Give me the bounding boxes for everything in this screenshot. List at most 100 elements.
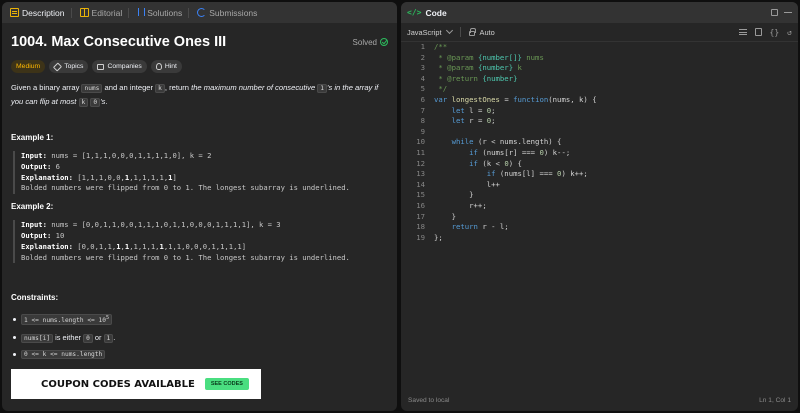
reset-icon[interactable]: ↺ — [787, 28, 792, 37]
code-text[interactable]: * @return {number} — [434, 74, 517, 85]
language-select[interactable]: JavaScript — [407, 28, 442, 37]
inline-code: k — [155, 84, 165, 93]
constraint-exponent: 5 — [105, 315, 110, 322]
bullet — [13, 353, 16, 357]
solved-status: Solved — [353, 38, 388, 47]
code-line[interactable]: 1 /** — [401, 42, 798, 53]
code-header: </> Code — [401, 2, 798, 23]
explanation-text: [1,1,1,0,0, — [72, 172, 125, 182]
bullet — [13, 336, 16, 340]
code-line[interactable]: 3 * @param {number} k — [401, 63, 798, 74]
explanation-text: [0,0,1,1, — [72, 241, 117, 251]
code-line[interactable]: 6 var longestOnes = function(nums, k) { — [401, 95, 798, 106]
code-line[interactable]: 9 — [401, 127, 798, 138]
tab-editorial[interactable]: Editorial — [76, 2, 134, 23]
format-icon[interactable] — [738, 29, 747, 35]
solutions-icon — [137, 8, 146, 17]
code-text[interactable]: while (r < nums.length) { — [434, 137, 562, 148]
code-text[interactable]: var longestOnes = function(nums, k) { — [434, 95, 597, 106]
code-text[interactable]: }; — [434, 233, 443, 244]
editor-toolbar: JavaScript Auto {} ↺ — [401, 23, 798, 42]
tab-description[interactable]: Description — [6, 2, 76, 23]
maximize-icon[interactable] — [771, 9, 778, 16]
code-text[interactable]: * @param {number} k — [434, 63, 522, 74]
cursor-position: Ln 1, Col 1 — [759, 396, 791, 404]
line-number: 8 — [420, 116, 425, 126]
output-label: Output: — [21, 161, 52, 171]
code-text[interactable]: let r = 0; — [434, 116, 496, 127]
code-text[interactable]: } — [434, 190, 473, 201]
code-text[interactable]: if (nums[l] === 0) k++; — [434, 169, 588, 180]
inline-code: k — [78, 97, 89, 107]
line-number: 12 — [416, 158, 425, 168]
code-line[interactable]: 18 return r - l; — [401, 222, 798, 233]
tag-icon — [53, 61, 63, 72]
code-line[interactable]: 10 while (r < nums.length) { — [401, 137, 798, 148]
language-controls: JavaScript Auto — [407, 26, 495, 37]
braces-icon[interactable]: {} — [770, 28, 780, 37]
constraints-title: Constraints: — [11, 293, 59, 303]
hint-button[interactable]: Hint — [150, 60, 182, 73]
code-line[interactable]: 2 * @param {number[]} nums — [401, 53, 798, 64]
line-number: 5 — [420, 84, 425, 94]
code-tab[interactable]: </> Code — [407, 8, 447, 18]
code-line[interactable]: 17 } — [401, 212, 798, 223]
code-text[interactable]: l++ — [434, 180, 500, 191]
desc-text: . — [105, 96, 108, 106]
auto-mode-toggle[interactable]: Auto — [480, 28, 495, 37]
code-line[interactable]: 11 if (nums[r] === 0) k--; — [401, 148, 798, 159]
ad-text: COUPON CODES AVAILABLE — [41, 378, 195, 390]
tab-submissions[interactable]: Submissions — [193, 2, 261, 23]
code-text[interactable]: */ — [434, 84, 447, 95]
inline-code: nums — [81, 84, 103, 93]
title-row: 1004. Max Consecutive Ones III Solved — [11, 34, 388, 50]
problem-title[interactable]: 1004. Max Consecutive Ones III — [11, 34, 226, 50]
code-text[interactable]: return r - l; — [434, 222, 509, 233]
code-line[interactable]: 4 * @return {number} — [401, 74, 798, 85]
code-line[interactable]: 14 l++ — [401, 180, 798, 191]
code-line[interactable]: 15 } — [401, 190, 798, 201]
constraint-item: 0 <= k <= nums.length — [11, 350, 388, 360]
explanation-text: ,1,1,1, — [129, 241, 160, 251]
code-text[interactable]: * @param {number[]} nums — [434, 53, 543, 64]
code-text[interactable]: let l = 0; — [434, 106, 496, 117]
code-text[interactable]: if (k < 0) { — [434, 159, 522, 170]
code-line[interactable]: 8 let r = 0; — [401, 116, 798, 127]
tab-divider — [70, 7, 72, 18]
tab-editorial-label: Editorial — [91, 7, 123, 18]
problem-chips: Medium Topics Companies Hint — [11, 60, 388, 73]
code-line[interactable]: 12 if (k < 0) { — [401, 159, 798, 170]
tab-solutions[interactable]: Solutions — [133, 2, 193, 23]
lock-icon — [468, 27, 476, 36]
code-line[interactable]: 13 if (nums[l] === 0) k++; — [401, 169, 798, 180]
line-number: 6 — [420, 95, 425, 104]
description-panel: Description Editorial Solutions Submissi… — [2, 2, 397, 411]
line-number: 10 — [416, 137, 425, 147]
tab-submissions-label: Submissions — [209, 7, 258, 18]
tab-solutions-label: Solutions — [147, 7, 183, 18]
problem-description: Given a binary array nums and an integer… — [11, 82, 388, 109]
minimize-icon[interactable] — [784, 12, 792, 13]
code-line[interactable]: 5 */ — [401, 84, 798, 95]
see-codes-button[interactable]: SEE CODES — [204, 378, 249, 390]
code-text[interactable]: r++; — [434, 201, 487, 212]
line-number: 2 — [420, 52, 425, 62]
check-circle-icon — [380, 38, 388, 46]
code-line[interactable]: 7 let l = 0; — [401, 106, 798, 117]
example-2-title: Example 2: — [11, 202, 54, 212]
code-line[interactable]: 19}; — [401, 233, 798, 244]
chevron-down-icon[interactable] — [445, 26, 453, 35]
constraint-item: nums[i] is either 0 or 1. — [11, 333, 388, 344]
companies-button[interactable]: Companies — [92, 60, 147, 73]
code-line[interactable]: 16 r++; — [401, 201, 798, 212]
code-text[interactable]: } — [434, 212, 456, 223]
line-number: 15 — [416, 190, 425, 200]
bookmark-icon[interactable] — [754, 28, 762, 36]
ad-banner[interactable]: COUPON CODES AVAILABLE SEE CODES — [11, 369, 261, 399]
code-text[interactable]: /** — [434, 42, 447, 53]
input-value: nums = [0,0,1,1,0,0,1,1,1,0,1,1,0,0,0,1,… — [46, 220, 281, 230]
code-text[interactable]: if (nums[r] === 0) k--; — [434, 148, 570, 159]
line-number: 7 — [420, 105, 425, 115]
topics-button[interactable]: Topics — [49, 60, 89, 73]
code-editor[interactable]: 1/** 2 * @param {number[]} nums 3 * @param… — [401, 42, 798, 382]
